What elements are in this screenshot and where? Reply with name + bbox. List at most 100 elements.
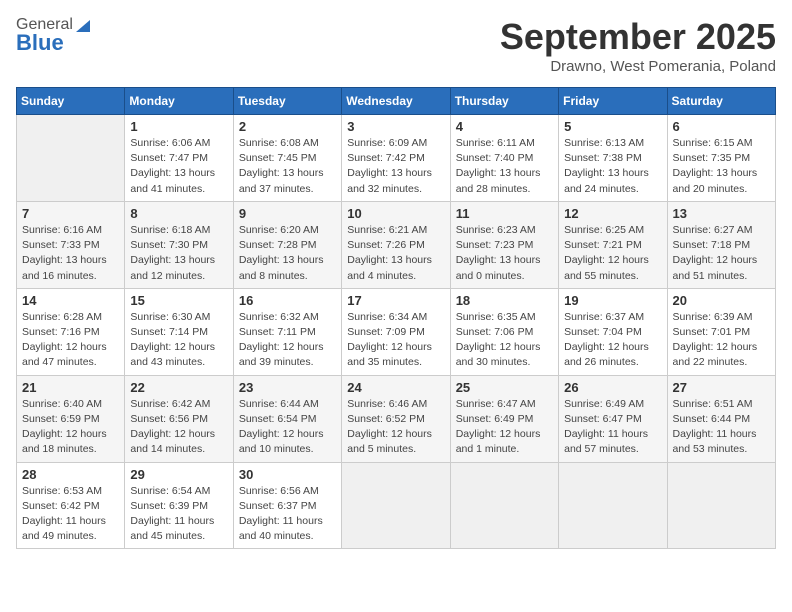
calendar-cell: 27 Sunrise: 6:51 AM Sunset: 6:44 PM Dayli… [667,375,775,462]
calendar-cell: 21 Sunrise: 6:40 AM Sunset: 6:59 PM Dayli… [17,375,125,462]
day-number: 3 [347,119,444,134]
day-number: 6 [673,119,770,134]
calendar-cell: 17 Sunrise: 6:34 AM Sunset: 7:09 PM Dayli… [342,288,450,375]
calendar-cell: 10Sunrise: 6:21 AM Sunset: 7:26 PM Dayli… [342,201,450,288]
calendar-cell: 29Sunrise: 6:54 AM Sunset: 6:39 PM Dayli… [125,462,233,549]
day-info: Sunrise: 6:47 AM Sunset: 6:49 PM Dayligh… [456,397,553,458]
weekday-header-monday: Monday [125,88,233,115]
day-number: 5 [564,119,661,134]
day-number: 19 [564,293,661,308]
day-info: Sunrise: 6:49 AM Sunset: 6:47 PM Dayligh… [564,397,661,458]
calendar-week-row: 1 Sunrise: 6:06 AM Sunset: 7:47 PM Daylig… [17,115,776,202]
logo-blue-text: Blue [16,30,64,56]
calendar-cell: 1 Sunrise: 6:06 AM Sunset: 7:47 PM Daylig… [125,115,233,202]
day-info: Sunrise: 6:56 AM Sunset: 6:37 PM Dayligh… [239,484,336,545]
day-number: 20 [673,293,770,308]
calendar-cell: 11 Sunrise: 6:23 AM Sunset: 7:23 PM Dayli… [450,201,558,288]
day-info: Sunrise: 6:34 AM Sunset: 7:09 PM Dayligh… [347,310,444,371]
day-info: Sunrise: 6:30 AM Sunset: 7:14 PM Dayligh… [130,310,227,371]
calendar-cell: 26Sunrise: 6:49 AM Sunset: 6:47 PM Dayli… [559,375,667,462]
day-number: 27 [673,380,770,395]
day-info: Sunrise: 6:25 AM Sunset: 7:21 PM Dayligh… [564,223,661,284]
day-info: Sunrise: 6:20 AM Sunset: 7:28 PM Dayligh… [239,223,336,284]
day-info: Sunrise: 6:35 AM Sunset: 7:06 PM Dayligh… [456,310,553,371]
calendar-cell: 4 Sunrise: 6:11 AM Sunset: 7:40 PM Daylig… [450,115,558,202]
day-number: 23 [239,380,336,395]
month-title: September 2025 [500,16,776,58]
calendar-cell: 15 Sunrise: 6:30 AM Sunset: 7:14 PM Dayli… [125,288,233,375]
day-info: Sunrise: 6:06 AM Sunset: 7:47 PM Dayligh… [130,136,227,197]
day-info: Sunrise: 6:21 AM Sunset: 7:26 PM Dayligh… [347,223,444,284]
calendar-cell [17,115,125,202]
day-info: Sunrise: 6:18 AM Sunset: 7:30 PM Dayligh… [130,223,227,284]
calendar-cell: 12 Sunrise: 6:25 AM Sunset: 7:21 PM Dayli… [559,201,667,288]
calendar-cell: 13 Sunrise: 6:27 AM Sunset: 7:18 PM Dayli… [667,201,775,288]
day-number: 2 [239,119,336,134]
weekday-header-thursday: Thursday [450,88,558,115]
day-info: Sunrise: 6:51 AM Sunset: 6:44 PM Dayligh… [673,397,770,458]
day-info: Sunrise: 6:11 AM Sunset: 7:40 PM Dayligh… [456,136,553,197]
logo: General Blue [16,16,92,56]
title-block: September 2025 Drawno, West Pomerania, P… [500,16,776,75]
weekday-header-sunday: Sunday [17,88,125,115]
day-number: 18 [456,293,553,308]
day-number: 28 [22,467,119,482]
weekday-header-saturday: Saturday [667,88,775,115]
weekday-header-friday: Friday [559,88,667,115]
page-header: General Blue September 2025 Drawno, West… [16,16,776,75]
calendar-cell: 20 Sunrise: 6:39 AM Sunset: 7:01 PM Dayli… [667,288,775,375]
calendar-cell: 19 Sunrise: 6:37 AM Sunset: 7:04 PM Dayli… [559,288,667,375]
calendar-cell [667,462,775,549]
day-info: Sunrise: 6:13 AM Sunset: 7:38 PM Dayligh… [564,136,661,197]
calendar-cell: 3Sunrise: 6:09 AM Sunset: 7:42 PM Daylig… [342,115,450,202]
day-info: Sunrise: 6:23 AM Sunset: 7:23 PM Dayligh… [456,223,553,284]
calendar-cell: 9 Sunrise: 6:20 AM Sunset: 7:28 PM Daylig… [233,201,341,288]
calendar-cell: 22Sunrise: 6:42 AM Sunset: 6:56 PM Dayli… [125,375,233,462]
day-number: 16 [239,293,336,308]
calendar-cell: 2 Sunrise: 6:08 AM Sunset: 7:45 PM Daylig… [233,115,341,202]
day-number: 25 [456,380,553,395]
day-number: 8 [130,206,227,221]
calendar-cell: 24 Sunrise: 6:46 AM Sunset: 6:52 PM Dayli… [342,375,450,462]
calendar-cell [342,462,450,549]
calendar-cell: 8 Sunrise: 6:18 AM Sunset: 7:30 PM Daylig… [125,201,233,288]
day-info: Sunrise: 6:37 AM Sunset: 7:04 PM Dayligh… [564,310,661,371]
day-info: Sunrise: 6:40 AM Sunset: 6:59 PM Dayligh… [22,397,119,458]
day-info: Sunrise: 6:27 AM Sunset: 7:18 PM Dayligh… [673,223,770,284]
day-number: 12 [564,206,661,221]
day-info: Sunrise: 6:46 AM Sunset: 6:52 PM Dayligh… [347,397,444,458]
day-info: Sunrise: 6:39 AM Sunset: 7:01 PM Dayligh… [673,310,770,371]
calendar-cell: 18 Sunrise: 6:35 AM Sunset: 7:06 PM Dayli… [450,288,558,375]
day-info: Sunrise: 6:42 AM Sunset: 6:56 PM Dayligh… [130,397,227,458]
day-number: 30 [239,467,336,482]
calendar-cell: 16 Sunrise: 6:32 AM Sunset: 7:11 PM Dayli… [233,288,341,375]
weekday-header-wednesday: Wednesday [342,88,450,115]
location-subtitle: Drawno, West Pomerania, Poland [500,58,776,75]
calendar-cell: 14Sunrise: 6:28 AM Sunset: 7:16 PM Dayli… [17,288,125,375]
weekday-header-tuesday: Tuesday [233,88,341,115]
calendar-cell: 6Sunrise: 6:15 AM Sunset: 7:35 PM Daylig… [667,115,775,202]
calendar-cell: 30 Sunrise: 6:56 AM Sunset: 6:37 PM Dayli… [233,462,341,549]
day-info: Sunrise: 6:54 AM Sunset: 6:39 PM Dayligh… [130,484,227,545]
day-number: 21 [22,380,119,395]
calendar-cell: 5 Sunrise: 6:13 AM Sunset: 7:38 PM Daylig… [559,115,667,202]
day-number: 17 [347,293,444,308]
calendar-table: SundayMondayTuesdayWednesdayThursdayFrid… [16,87,776,549]
day-number: 7 [22,206,119,221]
day-number: 15 [130,293,227,308]
day-info: Sunrise: 6:53 AM Sunset: 6:42 PM Dayligh… [22,484,119,545]
day-number: 4 [456,119,553,134]
day-number: 13 [673,206,770,221]
day-info: Sunrise: 6:44 AM Sunset: 6:54 PM Dayligh… [239,397,336,458]
calendar-week-row: 28 Sunrise: 6:53 AM Sunset: 6:42 PM Dayli… [17,462,776,549]
day-number: 1 [130,119,227,134]
calendar-cell [450,462,558,549]
day-number: 9 [239,206,336,221]
day-info: Sunrise: 6:32 AM Sunset: 7:11 PM Dayligh… [239,310,336,371]
day-info: Sunrise: 6:08 AM Sunset: 7:45 PM Dayligh… [239,136,336,197]
logo-arrow-icon [74,16,92,34]
day-number: 11 [456,206,553,221]
calendar-cell: 28 Sunrise: 6:53 AM Sunset: 6:42 PM Dayli… [17,462,125,549]
calendar-cell: 25 Sunrise: 6:47 AM Sunset: 6:49 PM Dayli… [450,375,558,462]
day-number: 24 [347,380,444,395]
